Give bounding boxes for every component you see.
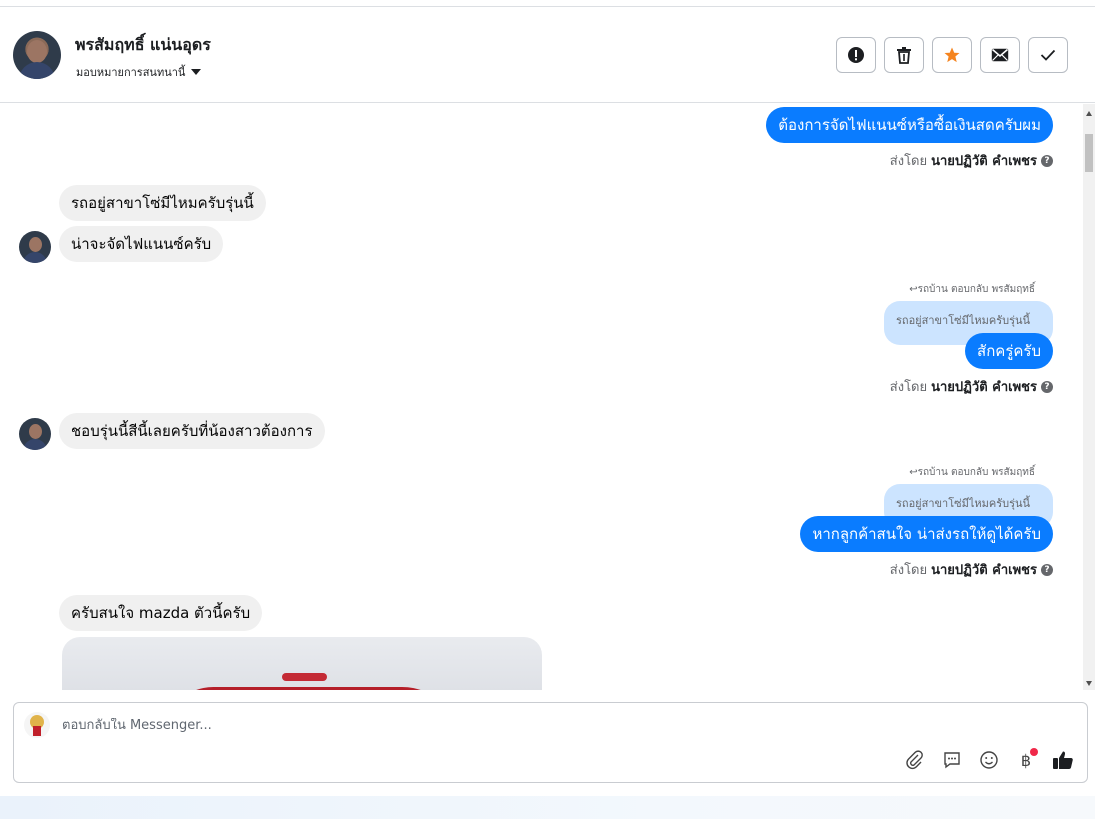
message-list[interactable]: ต้องการจัดไฟแนนซ์หรือซื้อเงินสดครับผม ส่…: [0, 104, 1083, 690]
assign-label: มอบหมายการสนทนานี้: [76, 66, 186, 79]
contact-avatar[interactable]: [13, 31, 61, 79]
emoji-icon[interactable]: [977, 748, 1001, 772]
contact-avatar-small: [19, 231, 51, 263]
paperclip-icon[interactable]: [903, 748, 927, 772]
page-avatar: [24, 712, 50, 738]
contact-avatar-small: [19, 418, 51, 450]
message-incoming: ครับสนใจ mazda ตัวนี้ครับ: [59, 595, 263, 631]
caret-down-icon: [191, 69, 202, 75]
star-button[interactable]: [932, 37, 972, 73]
sent-by-label: ส่งโดย นายปฏิวัติ คำเพชร ?: [890, 376, 1053, 397]
assign-conversation-dropdown[interactable]: มอบหมายการสนทนานี้: [76, 63, 202, 81]
scroll-down-icon[interactable]: [1086, 681, 1092, 686]
baht-icon[interactable]: ฿: [1014, 748, 1038, 772]
sent-by-label: ส่งโดย นายปฏิวัติ คำเพชร ?: [890, 559, 1053, 580]
reply-icon: ↩: [909, 467, 918, 478]
reply-input[interactable]: [62, 718, 862, 733]
mark-done-button[interactable]: [1028, 37, 1068, 73]
help-icon[interactable]: ?: [1041, 154, 1053, 167]
spam-icon: [848, 47, 864, 63]
mail-icon: [991, 48, 1009, 62]
page-background: [0, 796, 1095, 819]
trash-icon: [897, 47, 911, 64]
header-actions: [836, 37, 1068, 73]
reply-tag: ↩รถบ้าน ตอบกลับ พรสัมฤทธิ์: [909, 284, 1035, 295]
conversation-header: พรสัมฤทธิ์ แน่นอุดร มอบหมายการสนทนานี้: [0, 7, 1095, 103]
delete-button[interactable]: [884, 37, 924, 73]
contact-name[interactable]: พรสัมฤทธิ์ แน่นอุดร: [75, 33, 211, 58]
help-icon[interactable]: ?: [1041, 380, 1053, 393]
car-image: [162, 687, 462, 690]
reply-tag: ↩รถบ้าน ตอบกลับ พรสัมฤทธิ์: [909, 467, 1035, 478]
notification-dot: [1030, 748, 1038, 756]
check-icon: [1040, 49, 1056, 61]
mark-spam-button[interactable]: [836, 37, 876, 73]
message-scrollbar[interactable]: [1083, 104, 1095, 690]
composer-tools: ฿: [903, 748, 1075, 772]
comment-icon[interactable]: [940, 748, 964, 772]
message-incoming: รถอยู่สาขาโซ่มีไหมครับรุ่นนี้: [59, 185, 266, 221]
star-icon: [944, 47, 960, 63]
message-outgoing: ต้องการจัดไฟแนนซ์หรือซื้อเงินสดครับผม: [766, 107, 1053, 143]
reply-composer: ฿: [13, 702, 1088, 783]
thumbs-up-icon[interactable]: [1051, 748, 1075, 772]
reply-icon: ↩: [909, 284, 918, 295]
image-attachment[interactable]: [62, 637, 542, 690]
conversation-panel: พรสัมฤทธิ์ แน่นอุดร มอบหมายการสนทนานี้ ต: [0, 6, 1095, 796]
message-incoming: ชอบรุ่นนี้สีนี้เลยครับที่น้องสาวต้องการ: [59, 413, 325, 449]
mark-unread-button[interactable]: [980, 37, 1020, 73]
message-outgoing: หากลูกค้าสนใจ น่าส่งรถให้ดูได้ครับ: [800, 516, 1053, 552]
message-outgoing: สักครู่ครับ: [965, 333, 1053, 369]
message-incoming: น่าจะจัดไฟแนนซ์ครับ: [59, 226, 224, 262]
help-icon[interactable]: ?: [1041, 563, 1053, 576]
scroll-up-icon[interactable]: [1086, 111, 1092, 116]
sent-by-label: ส่งโดย นายปฏิวัติ คำเพชร ?: [890, 150, 1053, 171]
scroll-thumb[interactable]: [1085, 134, 1093, 172]
